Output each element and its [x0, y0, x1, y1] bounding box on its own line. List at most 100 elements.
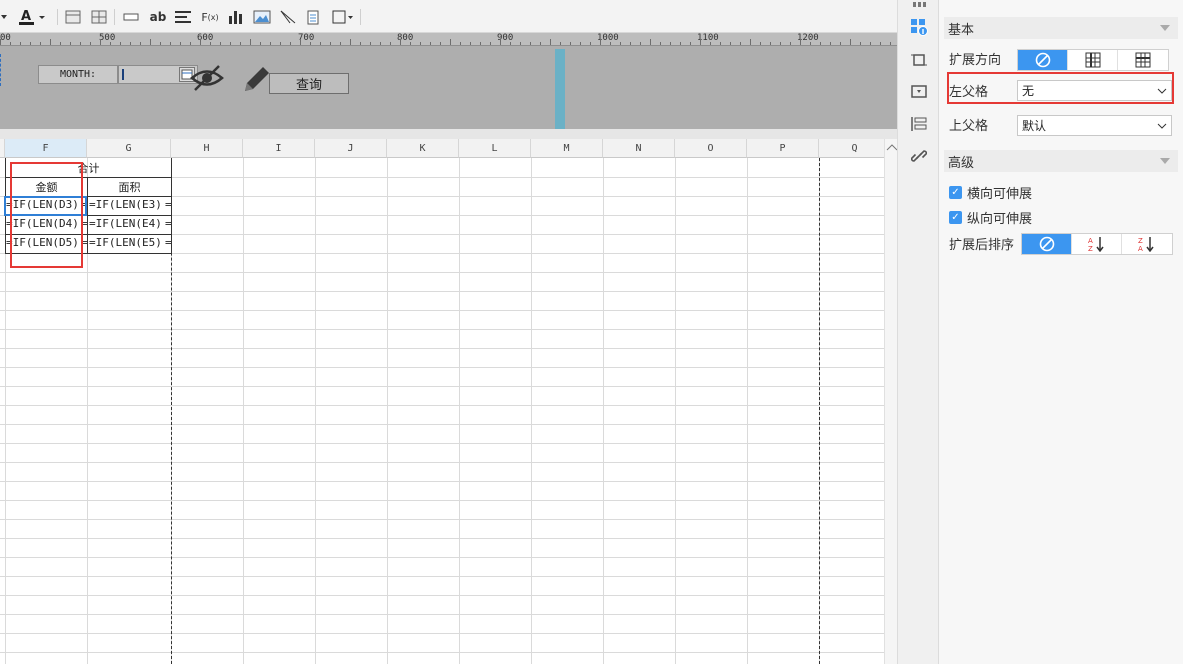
pane-boundary-marker[interactable] [555, 49, 565, 129]
ruler-tick [320, 42, 321, 45]
ruler-tick [200, 39, 201, 45]
text-field-icon[interactable] [123, 8, 139, 26]
widget-icon[interactable] [910, 83, 928, 101]
expand-vertical-option[interactable] [1068, 50, 1118, 70]
grid-line [0, 329, 884, 330]
subheader-amount[interactable]: 金额 [6, 179, 87, 195]
ruler-tick [510, 42, 511, 45]
table-cell[interactable]: = [165, 198, 171, 211]
ruler-tick [600, 39, 601, 45]
horizontal-extend-label: 横向可伸展 [967, 187, 1033, 202]
column-header-p[interactable]: P [747, 139, 819, 158]
section-advanced-header[interactable]: 高级 [944, 150, 1178, 172]
ruler-tick [280, 42, 281, 45]
ruler-tick [180, 42, 181, 45]
ruler-tick [650, 39, 651, 45]
hyperlink-icon[interactable] [910, 147, 928, 165]
column-header-m[interactable]: M [531, 139, 603, 158]
sort-none-option[interactable] [1022, 234, 1072, 254]
collapse-arrow-icon[interactable] [1160, 25, 1170, 31]
ruler-tick [40, 42, 41, 45]
column-header-q[interactable]: Q [819, 139, 884, 158]
split-cells-icon[interactable] [91, 8, 107, 26]
collapse-arrow-icon[interactable] [1160, 158, 1170, 164]
top-parent-select[interactable]: 默认 [1017, 115, 1172, 136]
table-cell[interactable]: =IF(LEN(D4) [6, 217, 82, 230]
table-cell[interactable]: = [165, 236, 171, 249]
border-icon[interactable] [332, 8, 354, 26]
top-parent-label: 上父格 [949, 119, 989, 134]
column-header-h[interactable]: H [171, 139, 243, 158]
ruler-tick [390, 42, 391, 45]
column-header-k[interactable]: K [387, 139, 459, 158]
hide-eye-icon[interactable] [189, 63, 225, 93]
ruler-tick [670, 42, 671, 45]
table-cell[interactable]: = [165, 217, 171, 230]
ab-text-icon[interactable]: ab [149, 8, 167, 26]
align-text-icon[interactable] [175, 8, 191, 26]
cell-border-icon[interactable] [910, 51, 928, 69]
resize-handle[interactable] [0, 54, 6, 86]
table-cell[interactable]: =IF(LEN(D5) [6, 236, 82, 249]
ruler-tick [0, 39, 1, 45]
column-header-n[interactable]: N [603, 139, 675, 158]
vertical-extend-checkbox[interactable]: ✓ 纵向可伸展 [949, 208, 1032, 227]
grid-line [0, 633, 884, 634]
image-icon[interactable] [253, 8, 271, 26]
column-header-g[interactable]: G [87, 139, 171, 158]
table-cell[interactable]: = [82, 217, 87, 230]
ruler-tick [840, 42, 841, 45]
tab-top-icon[interactable] [910, 2, 928, 8]
column-header-l[interactable]: L [459, 139, 531, 158]
left-parent-select[interactable]: 无 [1017, 80, 1172, 101]
grid-line [0, 652, 884, 653]
ruler-tick [870, 42, 871, 45]
ruler-tick [250, 39, 251, 45]
sort-ascending-icon[interactable]: AZ [1072, 234, 1122, 254]
cell-attribute-icon[interactable] [910, 18, 928, 36]
ruler-tick [440, 42, 441, 45]
ruler-tick [800, 39, 801, 45]
month-date-input[interactable] [118, 65, 198, 84]
checkbox-checked-icon: ✓ [949, 186, 962, 199]
ruler-tick [580, 42, 581, 45]
subreport-icon[interactable] [306, 8, 320, 26]
report-designer: A ab F (x) 00 500 600 700 800 900 1000 11… [0, 0, 1183, 664]
merged-header-cell[interactable]: 合计 [6, 160, 171, 176]
query-button[interactable]: 查询 [269, 73, 349, 94]
column-header-j[interactable]: J [315, 139, 387, 158]
selected-cell-outline [4, 196, 87, 216]
table-cell[interactable]: =IF(LEN(E4) [89, 217, 165, 230]
sort-segment: AZ ZA [1021, 233, 1173, 255]
ruler-tick [160, 42, 161, 45]
spreadsheet-grid[interactable]: FGHIJKLMNOPQ 合计 金额 面积 =IF(LEN(D3) = =IF(… [0, 139, 884, 664]
ruler-tick [220, 42, 221, 45]
toolbar-separator [114, 9, 115, 25]
table-cell[interactable]: =IF(LEN(E5) [89, 236, 165, 249]
table-border [5, 177, 172, 178]
ruler-tick [420, 42, 421, 45]
expand-none-option[interactable] [1018, 50, 1068, 70]
column-header-f[interactable]: F [5, 139, 87, 158]
column-header-i[interactable]: I [243, 139, 315, 158]
section-advanced-title: 高级 [948, 155, 975, 171]
table-cell[interactable]: =IF(LEN(E3) [89, 198, 165, 211]
merge-cells-icon[interactable] [65, 8, 81, 26]
table-cell[interactable]: = [82, 236, 87, 249]
section-basic-header[interactable]: 基本 [944, 17, 1178, 39]
horizontal-extend-checkbox[interactable]: ✓ 横向可伸展 [949, 183, 1032, 202]
bar-chart-icon[interactable] [228, 8, 244, 26]
subheader-area[interactable]: 面积 [88, 179, 171, 195]
vertical-scrollbar[interactable] [884, 139, 898, 664]
font-color-icon[interactable]: A [17, 8, 45, 26]
column-header-o[interactable]: O [675, 139, 747, 158]
sort-descending-icon[interactable]: ZA [1122, 234, 1172, 254]
ruler-tick [240, 42, 241, 45]
condition-attribute-icon[interactable] [910, 115, 928, 133]
expand-horizontal-option[interactable] [1118, 50, 1168, 70]
dropdown-arrow-icon[interactable] [0, 8, 8, 26]
table-border [5, 253, 172, 254]
slash-line-icon[interactable] [280, 8, 296, 26]
ruler-tick [330, 42, 331, 45]
formula-icon[interactable]: F (x) [201, 8, 219, 26]
